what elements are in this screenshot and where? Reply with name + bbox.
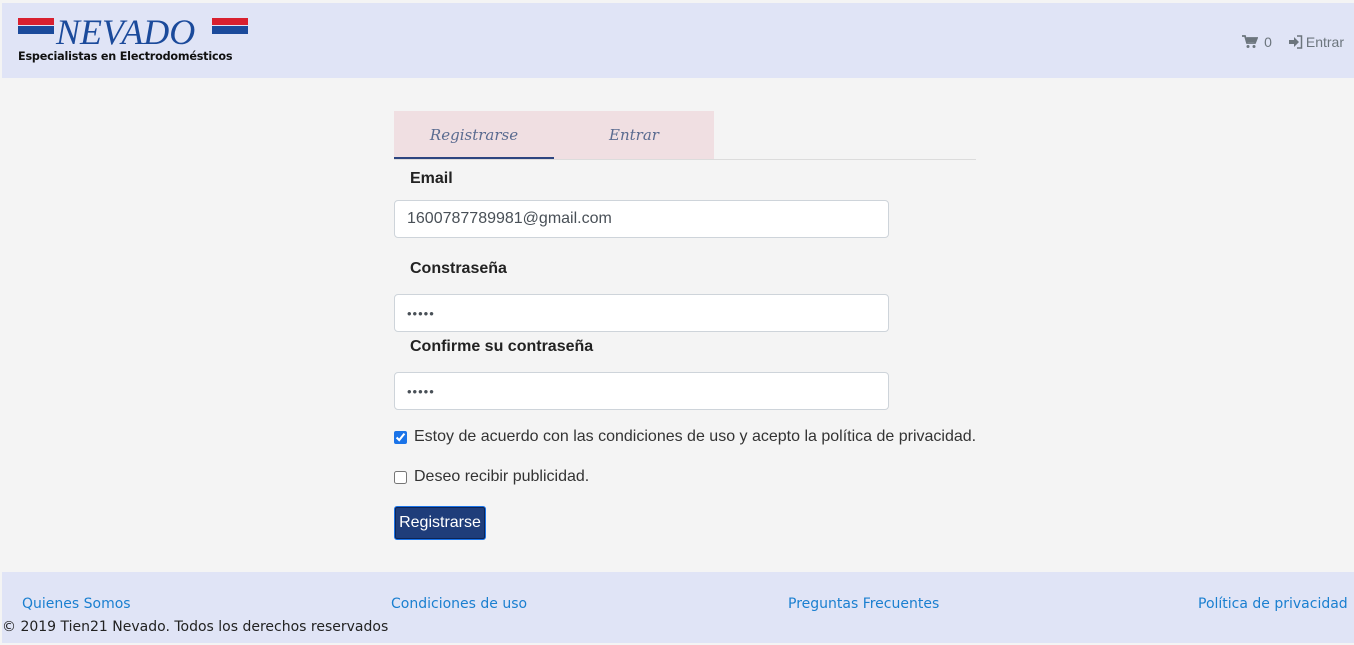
register-button[interactable]: Registrarse [394, 506, 486, 540]
footer-link-privacidad[interactable]: Política de privacidad [1198, 596, 1348, 612]
shopping-cart-icon[interactable] [1242, 35, 1259, 49]
footer-link-quienes-somos[interactable]: Quienes Somos [22, 596, 131, 612]
tab-registrarse[interactable]: Registrarse [394, 111, 554, 159]
confirm-password-label: Confirme su contraseña [410, 338, 594, 355]
logo-tagline: Especialistas en Electrodomésticos [18, 50, 233, 63]
terms-checkbox-row[interactable]: Estoy de acuerdo con las condiciones de … [394, 428, 976, 446]
email-label: Email [410, 170, 453, 187]
ads-checkbox-row[interactable]: Deseo recibir publicidad. [394, 468, 589, 486]
logo-flag-left [18, 18, 54, 34]
login-link[interactable]: Entrar [1288, 34, 1344, 50]
terms-label: Estoy de acuerdo con las condiciones de … [414, 428, 977, 445]
header: NEVADO Especialistas en Electrodoméstico… [2, 3, 1354, 78]
ads-checkbox[interactable] [394, 470, 407, 484]
sign-in-icon [1288, 35, 1304, 49]
logo-brand: NEVADO [56, 12, 196, 52]
header-actions: 0 Entrar [1242, 34, 1344, 50]
cart-count[interactable]: 0 [1264, 34, 1272, 50]
ads-label: Deseo recibir publicidad. [414, 468, 590, 485]
confirm-password-field[interactable] [394, 372, 889, 410]
footer-link-preguntas[interactable]: Preguntas Frecuentes [788, 596, 939, 612]
nevado-logo[interactable]: NEVADO Especialistas en Electrodoméstico… [18, 12, 258, 68]
email-field[interactable] [394, 200, 889, 238]
logo-flag-right [212, 18, 248, 34]
password-field[interactable] [394, 294, 889, 332]
terms-checkbox[interactable] [394, 430, 407, 444]
auth-tabs: Registrarse Entrar [394, 111, 976, 160]
copyright-text: © 2019 Tien21 Nevado. Todos los derechos… [2, 619, 389, 635]
password-label: Constraseña [410, 260, 507, 277]
tab-entrar[interactable]: Entrar [554, 111, 714, 159]
footer-link-condiciones[interactable]: Condiciones de uso [391, 596, 527, 612]
login-label: Entrar [1305, 34, 1344, 50]
